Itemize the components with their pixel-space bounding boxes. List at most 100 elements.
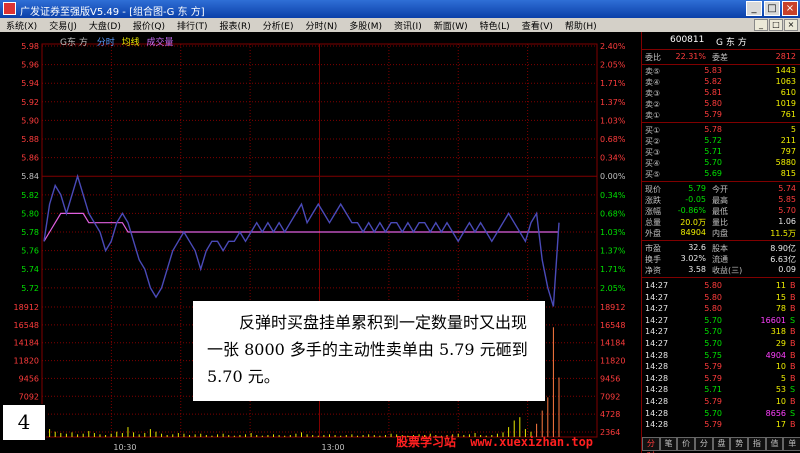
ask-price: 5.79 [704,110,722,119]
menu-info[interactable]: 资讯(I) [388,19,428,32]
pct-tick-label: 1.37% [600,98,626,107]
menu-help[interactable]: 帮助(H) [559,19,603,32]
tick-price: 5.70 [704,408,722,418]
stat-value: 5.70 [778,206,796,215]
tick-price: 5.79 [704,373,722,383]
bid-volume: 797 [780,147,796,156]
tab-minute[interactable]: 分 [695,437,713,451]
minimize-button[interactable]: _ [746,1,762,16]
stat-label: 最低 [712,207,728,216]
stat-label: 涨跌 [645,196,661,205]
chart-tab-avg[interactable]: 均线 [122,38,140,48]
bid-volume: 815 [780,169,796,178]
bid-price: 5.72 [704,136,722,145]
tick-row: 14:27 5.80 15 B [642,293,800,304]
stat-value: -0.05 [685,195,706,204]
pct-tick-label: 0.68% [600,209,626,218]
bid-label: 买① [645,126,661,135]
bid-row: 买① 5.78 5 [642,125,800,136]
tick-volume: 29 [775,339,786,348]
bid-label: 买④ [645,159,661,168]
tick-row: 14:28 5.79 5 B [642,374,800,385]
pct-tick-label: 1.37% [600,247,626,256]
tick-row: 14:27 5.70 318 B [642,327,800,338]
tick-price: 5.75 [704,350,722,360]
tab-book[interactable]: 盘 [712,437,731,451]
watermark: 股票学习站 www.xuexizhan.top [396,433,593,450]
tick-row: 14:28 5.79 10 B [642,397,800,408]
menu-special[interactable]: 特色(L) [474,19,516,32]
maximize-button[interactable]: □ [764,1,780,16]
menu-analysis[interactable]: 分析(E) [257,19,300,32]
tab-index[interactable]: 指 [748,437,766,451]
tick-price: 5.80 [704,281,722,290]
menu-quote[interactable]: 报价(Q) [127,19,171,32]
menu-intraday[interactable]: 分时(N) [299,19,343,32]
volume-tick-label-right: 9456 [600,374,620,383]
volume-tick-label: 7092 [19,392,39,401]
ask-row: 卖① 5.79 761 [642,110,800,121]
stat-value: 32.6 [688,243,706,252]
pct-tick-label: 1.03% [600,116,626,125]
ask-label: 卖③ [645,89,661,98]
menu-new[interactable]: 新面(W) [428,19,474,32]
bid-label: 买③ [645,148,661,157]
watermark-cn: 股票学习站 [396,435,457,449]
tick-volume: 16601 [760,315,786,325]
tab-trend[interactable]: 势 [730,437,749,451]
chart-tab-volume[interactable]: 成交量 [147,38,174,48]
tab-intraday[interactable]: 分时 [642,437,660,453]
quote-panel: 600811 G 东 方 分时 笔 价 分 盘 势 指 值 单 委比 22.31%… [641,32,800,453]
chart-tab-intraday[interactable]: 分时 [97,38,115,48]
bid-row: 买⑤ 5.69 815 [642,169,800,180]
bid-price: 5.78 [704,125,722,134]
tick-volume: 53 [775,385,786,395]
stat-label: 量比 [712,218,728,227]
tick-volume: 17 [775,420,786,430]
tick-side: B [790,327,796,337]
menu-trade[interactable]: 交易(J) [43,19,83,32]
tick-volume: 8656 [765,408,786,418]
bid-volume: 211 [780,136,796,145]
price-tick-label: 5.84 [21,172,39,181]
ask-volume: 761 [780,110,796,119]
close-button[interactable]: × [782,1,798,16]
stat-value: 5.74 [778,184,796,193]
weicha-label: 委差 [712,53,728,62]
mdi-close-button[interactable]: × [784,19,798,31]
menu-view[interactable]: 查看(V) [516,19,559,32]
watermark-url: www.xuexizhan.top [470,435,594,449]
price-tick-label: 5.96 [21,61,39,70]
menu-rank[interactable]: 排行(T) [171,19,214,32]
stock-name: G 东 方 [716,38,747,48]
stat-label: 外盘 [645,229,661,238]
tick-time: 14:27 [645,339,669,348]
menu-system[interactable]: 系统(X) [0,19,43,32]
tick-side: B [790,304,796,314]
time-tick-label: 13:00 [322,443,345,452]
weicha-value: 2812 [775,52,796,61]
divider [642,240,800,241]
divider [642,122,800,123]
title-bar: 广发证券至强版V5.49 - [组合图-G 东 方] _ □ × [0,0,800,18]
volume-tick-label-right: 7092 [600,392,620,401]
volume-tick-label: 11820 [14,357,39,366]
menu-multi[interactable]: 多股(M) [343,19,388,32]
chart-header: G东 方 分时 均线 成交量 [60,35,174,48]
tick-row: 14:27 5.70 16601 S [642,316,800,327]
ask-row: 卖⑤ 5.83 1443 [642,66,800,77]
stat-value: 1.06 [778,217,796,226]
time-tick-label: 10:30 [113,443,136,452]
ask-volume: 1063 [775,77,796,86]
tick-row: 14:28 5.79 17 B [642,420,800,431]
menu-report[interactable]: 报表(R) [213,19,256,32]
menu-market[interactable]: 大盘(D) [83,19,127,32]
tick-row: 14:28 5.71 53 S [642,385,800,396]
tab-price[interactable]: 价 [677,437,696,451]
mdi-restore-button[interactable]: □ [769,19,783,31]
fundamental-row: 市盈 32.6 股本 8.90亿 [642,243,800,254]
tab-order[interactable]: 单 [783,437,800,451]
tab-ticks[interactable]: 笔 [659,437,678,451]
tab-value[interactable]: 值 [765,437,784,451]
mdi-minimize-button[interactable]: _ [754,19,768,31]
